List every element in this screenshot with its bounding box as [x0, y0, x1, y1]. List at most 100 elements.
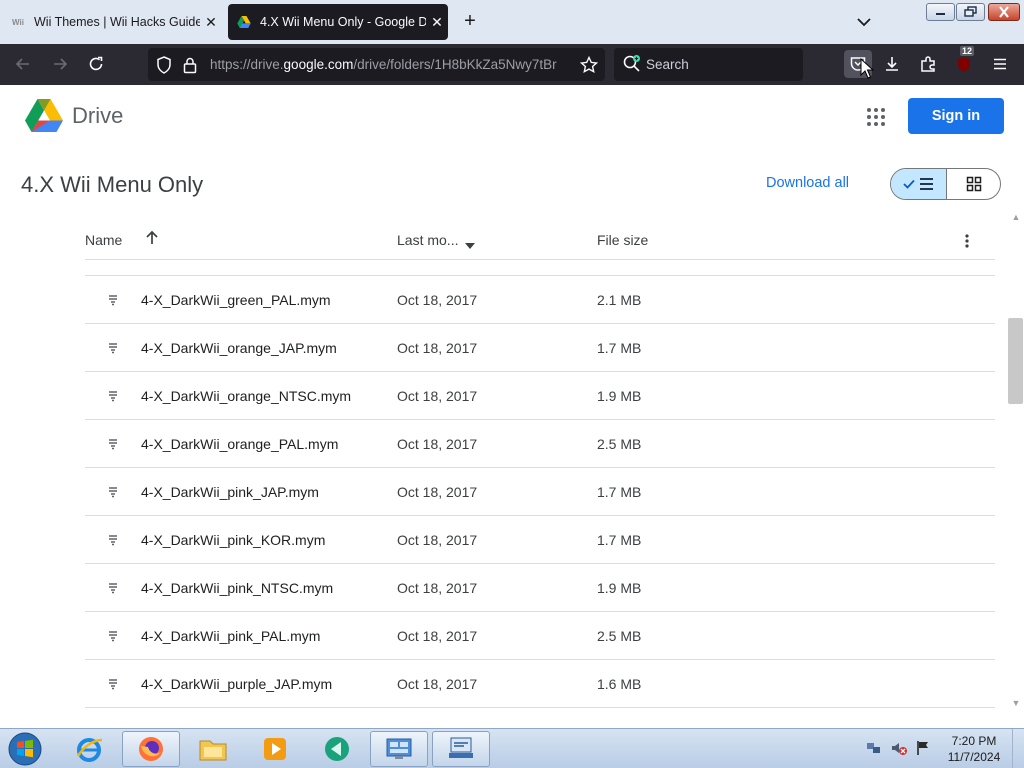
file-name[interactable]: 4-X_DarkWii_orange_JAP.mym — [141, 340, 337, 356]
file-list: 4-X_DarkWii_green_PAL.mym Oct 18, 2017 2… — [85, 276, 995, 708]
clock-time[interactable]: 7:20 PM — [944, 734, 1004, 748]
google-drive-logo-icon[interactable] — [25, 99, 63, 133]
table-row[interactable]: 4-X_DarkWii_purple_JAP.mym Oct 18, 2017 … — [85, 660, 995, 708]
sort-ascending-arrow-icon[interactable] — [145, 230, 159, 251]
file-name[interactable]: 4-X_DarkWii_pink_PAL.mym — [141, 628, 320, 644]
sign-in-button[interactable]: Sign in — [908, 98, 1004, 134]
table-row[interactable]: 4-X_DarkWii_pink_NTSC.mym Oct 18, 2017 1… — [85, 564, 995, 612]
file-name[interactable]: 4-X_DarkWii_pink_NTSC.mym — [141, 580, 333, 596]
file-modified: Oct 18, 2017 — [397, 532, 478, 548]
tab-wii-themes[interactable]: Wii Wii Themes | Wii Hacks Guide ✕ — [0, 4, 222, 40]
column-header-name[interactable]: Name — [85, 232, 122, 248]
table-row[interactable]: 4-X_DarkWii_pink_KOR.mym Oct 18, 2017 1.… — [85, 516, 995, 564]
ublock-icon[interactable]: 12 — [952, 46, 976, 76]
close-tab-icon[interactable]: ✕ — [426, 14, 448, 31]
firefox-taskbar-icon[interactable] — [122, 731, 180, 767]
new-tab-icon[interactable]: + — [458, 10, 482, 34]
file-name[interactable]: 4-X_DarkWii_orange_NTSC.mym — [141, 388, 351, 404]
search-icon — [620, 52, 644, 76]
green-app-icon[interactable] — [308, 731, 366, 767]
file-icon — [105, 628, 121, 644]
sort-dropdown-arrow-icon[interactable] — [465, 236, 475, 254]
file-modified: Oct 18, 2017 — [397, 580, 478, 596]
action-center-flag-icon[interactable] — [916, 740, 930, 761]
drive-favicon-icon — [236, 14, 252, 30]
file-size: 1.9 MB — [597, 580, 642, 596]
back-icon[interactable] — [11, 52, 35, 76]
file-size: 2.5 MB — [597, 628, 642, 644]
table-row[interactable]: 4-X_DarkWii_orange_NTSC.mym Oct 18, 2017… — [85, 372, 995, 420]
url-prefix: https://drive. — [210, 57, 284, 72]
drive-brand-label[interactable]: Drive — [72, 103, 123, 129]
file-icon — [105, 484, 121, 500]
list-view-button[interactable] — [891, 169, 947, 199]
tab-title: 4.X Wii Menu Only - Google Drive — [260, 15, 426, 29]
file-name[interactable]: 4-X_DarkWii_purple_JAP.mym — [141, 676, 332, 692]
extensions-icon[interactable] — [916, 52, 940, 76]
search-bar[interactable]: Search — [614, 48, 803, 81]
close-tab-icon[interactable]: ✕ — [200, 14, 222, 31]
table-row[interactable]: 4-X_DarkWii_orange_JAP.mym Oct 18, 2017 … — [85, 324, 995, 372]
tab-title: Wii Themes | Wii Hacks Guide — [34, 15, 200, 29]
window-close-button[interactable] — [988, 3, 1020, 21]
clock-date[interactable]: 11/7/2024 — [944, 750, 1004, 764]
url-path: /drive/folders/1H8bKkZa5Nwy7tBr — [353, 57, 557, 72]
file-name[interactable]: 4-X_DarkWii_pink_KOR.mym — [141, 532, 325, 548]
control-panel-icon[interactable] — [370, 731, 428, 767]
column-header-file-size[interactable]: File size — [597, 232, 648, 248]
bookmark-star-icon[interactable] — [577, 53, 601, 77]
volume-muted-icon[interactable] — [890, 740, 908, 761]
downloads-icon[interactable] — [880, 52, 904, 76]
column-header-last-modified[interactable]: Last mo... — [397, 232, 458, 248]
file-size: 2.1 MB — [597, 292, 642, 308]
lock-icon[interactable] — [178, 53, 202, 77]
view-toggle — [890, 168, 1001, 200]
file-name[interactable]: 4-X_DarkWii_pink_JAP.mym — [141, 484, 319, 500]
more-options-icon[interactable] — [957, 230, 977, 252]
grid-view-button[interactable] — [947, 169, 1000, 199]
file-icon — [105, 436, 121, 452]
file-size: 1.7 MB — [597, 532, 642, 548]
reload-icon[interactable] — [84, 52, 108, 76]
file-size: 2.5 MB — [597, 436, 642, 452]
window-restore-button[interactable] — [956, 3, 985, 21]
window-minimize-button[interactable] — [926, 3, 955, 21]
shield-icon[interactable] — [152, 53, 176, 77]
network-icon[interactable] — [866, 740, 882, 761]
file-name[interactable]: 4-X_DarkWii_orange_PAL.mym — [141, 436, 338, 452]
windows-start-button[interactable] — [4, 731, 46, 767]
scrollbar-thumb[interactable] — [1008, 318, 1023, 404]
file-explorer-icon[interactable] — [184, 731, 242, 767]
show-desktop-button[interactable] — [1012, 729, 1024, 768]
internet-explorer-icon[interactable] — [60, 731, 118, 767]
address-bar[interactable]: https://drive.google.com/drive/folders/1… — [148, 48, 605, 81]
file-size: 1.7 MB — [597, 340, 642, 356]
google-apps-icon[interactable] — [860, 101, 892, 133]
file-table-header: Name Last mo... File size — [85, 222, 995, 260]
scroll-up-arrow-icon[interactable]: ▲ — [1009, 212, 1023, 226]
forward-icon[interactable] — [48, 52, 72, 76]
file-modified: Oct 18, 2017 — [397, 388, 478, 404]
drive-header: Drive Sign in — [0, 85, 1024, 149]
file-icon — [105, 292, 121, 308]
tab-google-drive[interactable]: 4.X Wii Menu Only - Google Drive ✕ — [228, 4, 448, 40]
scroll-down-arrow-icon[interactable]: ▼ — [1009, 698, 1023, 712]
file-icon — [105, 676, 121, 692]
browser-toolbar: https://drive.google.com/drive/folders/1… — [0, 44, 1024, 85]
table-row[interactable] — [85, 260, 995, 276]
file-modified: Oct 18, 2017 — [397, 676, 478, 692]
remote-desktop-icon[interactable] — [432, 731, 490, 767]
chevron-down-icon[interactable] — [852, 12, 876, 32]
table-row[interactable]: 4-X_DarkWii_orange_PAL.mym Oct 18, 2017 … — [85, 420, 995, 468]
table-row[interactable]: 4-X_DarkWii_green_PAL.mym Oct 18, 2017 2… — [85, 276, 995, 324]
table-row[interactable]: 4-X_DarkWii_pink_PAL.mym Oct 18, 2017 2.… — [85, 612, 995, 660]
folder-title: 4.X Wii Menu Only — [21, 172, 204, 197]
file-modified: Oct 18, 2017 — [397, 340, 478, 356]
url-text[interactable]: https://drive.google.com/drive/folders/1… — [210, 57, 570, 72]
download-all-button[interactable]: Download all — [766, 175, 849, 191]
menu-icon[interactable] — [988, 52, 1012, 76]
file-name[interactable]: 4-X_DarkWii_green_PAL.mym — [141, 292, 331, 308]
table-row[interactable]: 4-X_DarkWii_pink_JAP.mym Oct 18, 2017 1.… — [85, 468, 995, 516]
media-player-icon[interactable] — [246, 731, 304, 767]
file-icon — [105, 340, 121, 356]
